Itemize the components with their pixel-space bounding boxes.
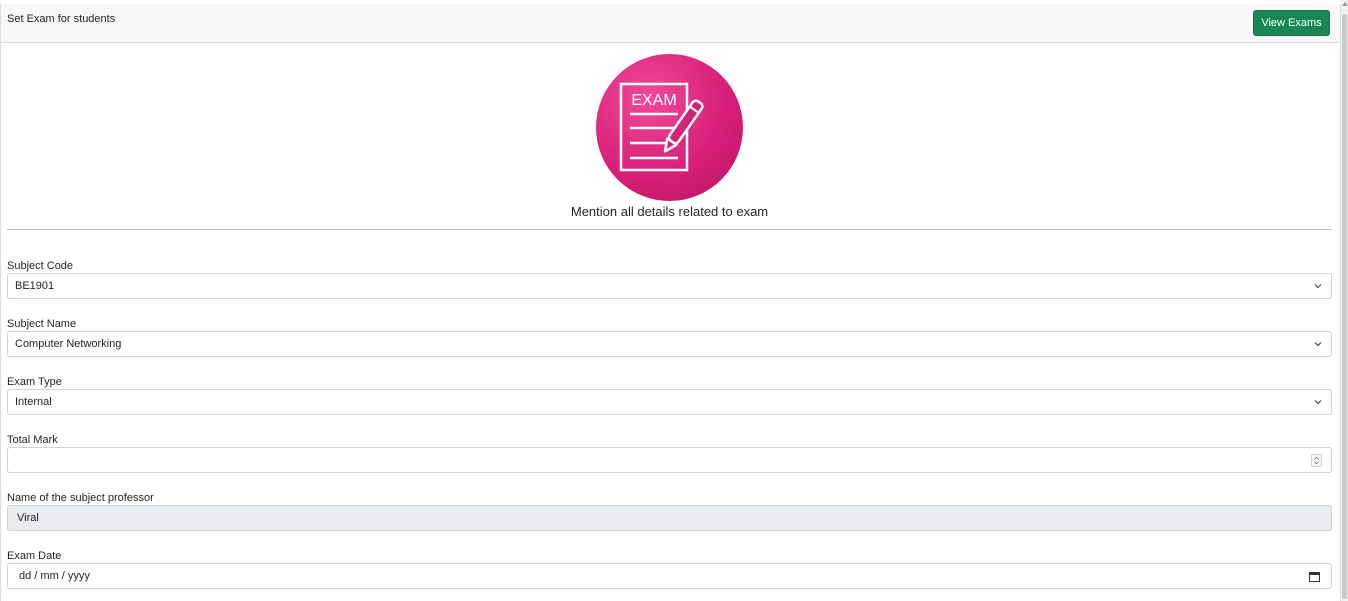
exam-badge: EXAM	[596, 54, 743, 201]
total-mark-label: Total Mark	[7, 434, 58, 446]
subject-name-select[interactable]: Computer Networking	[7, 331, 1332, 357]
card-header: Set Exam for students View Exams	[1, 4, 1340, 43]
professor-label: Name of the subject professor	[7, 492, 154, 504]
subject-code-select[interactable]: BE1901	[7, 273, 1332, 299]
subject-name-label: Subject Name	[7, 318, 77, 330]
subject-code-label: Subject Code	[7, 260, 74, 272]
exam-card: Set Exam for students View Exams EXAM Me…	[0, 4, 1341, 601]
exam-icon-text: EXAM	[631, 92, 676, 109]
subject-code-value: BE1901	[15, 280, 55, 292]
hero-caption: Mention all details related to exam	[570, 204, 769, 219]
scrollbar-thumb[interactable]	[1342, 14, 1347, 599]
scroll-up-icon[interactable]	[1342, 2, 1348, 6]
view-exams-button[interactable]: View Exams	[1253, 10, 1330, 36]
exam-date-placeholder: dd / mm / yyyy	[19, 570, 90, 582]
subject-name-value: Computer Networking	[15, 338, 122, 350]
chevron-down-icon	[1314, 284, 1322, 289]
exam-date-label: Exam Date	[7, 550, 62, 562]
header-title: Set Exam for students	[7, 13, 116, 25]
divider	[7, 229, 1332, 230]
exam-date-input[interactable]: dd / mm / yyyy	[7, 563, 1332, 589]
professor-field: Viral	[7, 505, 1332, 531]
calendar-icon[interactable]	[1309, 571, 1320, 582]
exam-type-value: Internal	[15, 396, 52, 408]
total-mark-input[interactable]	[7, 447, 1332, 473]
exam-paper-icon: EXAM	[619, 82, 704, 172]
professor-value: Viral	[17, 512, 39, 524]
chevron-down-icon	[1314, 342, 1322, 347]
exam-type-label: Exam Type	[7, 376, 62, 388]
page: Set Exam for students View Exams EXAM Me…	[0, 0, 1348, 601]
number-spinner-icon[interactable]	[1311, 454, 1322, 467]
exam-type-select[interactable]: Internal	[7, 389, 1332, 415]
chevron-down-icon	[1314, 400, 1322, 405]
